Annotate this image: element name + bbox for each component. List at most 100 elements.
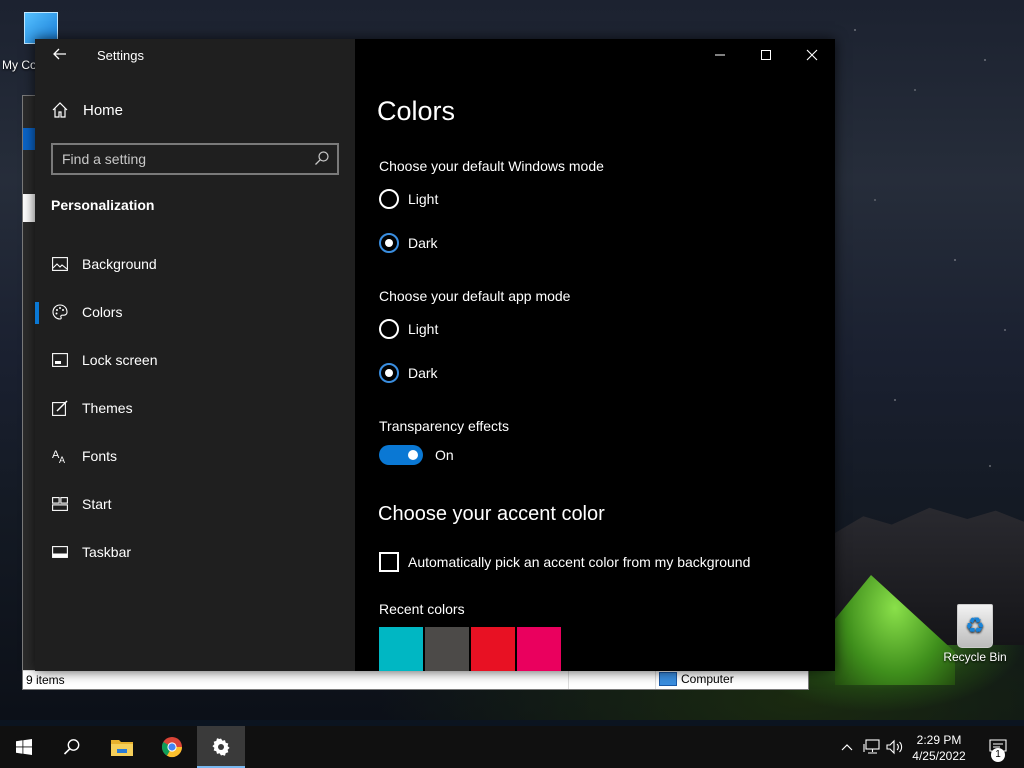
sidebar-item-taskbar[interactable]: Taskbar bbox=[35, 532, 355, 572]
maximize-icon bbox=[761, 50, 771, 60]
window-title: Settings bbox=[97, 48, 144, 63]
settings-window[interactable]: Settings Home Personalization Background… bbox=[35, 39, 835, 671]
sidebar-item-start[interactable]: Start bbox=[35, 484, 355, 524]
sidebar-item-label: Fonts bbox=[82, 448, 118, 464]
back-button[interactable] bbox=[49, 45, 71, 67]
search-icon[interactable] bbox=[314, 150, 330, 166]
taskbar-icon bbox=[51, 543, 69, 561]
settings-nav-pane: Settings Home Personalization Background… bbox=[35, 39, 355, 671]
clock-date: 4/25/2022 bbox=[912, 749, 966, 763]
sidebar-item-background[interactable]: Background bbox=[35, 244, 355, 284]
radio-circle bbox=[379, 363, 399, 383]
home-link[interactable]: Home bbox=[51, 101, 123, 119]
themes-icon bbox=[51, 399, 69, 417]
color-swatch[interactable] bbox=[517, 627, 561, 671]
sidebar-item-label: Colors bbox=[82, 304, 123, 320]
item-count: 9 items bbox=[26, 673, 65, 687]
taskbar-clock[interactable]: 2:29 PM 4/25/2022 bbox=[905, 732, 973, 764]
show-hidden-icons-button[interactable] bbox=[838, 726, 856, 768]
sidebar-item-lock-screen[interactable]: Lock screen bbox=[35, 340, 355, 380]
status-divider bbox=[568, 671, 569, 689]
checkbox-label: Automatically pick an accent color from … bbox=[408, 554, 751, 570]
fonts-icon: AA bbox=[51, 447, 69, 465]
speaker-icon bbox=[886, 739, 903, 755]
status-location: Computer bbox=[659, 672, 734, 686]
close-icon bbox=[806, 49, 818, 61]
sidebar-item-label: Lock screen bbox=[82, 352, 158, 368]
desktop-icon-label: Recycle Bin bbox=[943, 650, 1007, 664]
start-icon bbox=[51, 495, 69, 513]
radio-label: Light bbox=[408, 191, 439, 207]
explorer-item bbox=[23, 194, 35, 222]
file-explorer-icon bbox=[111, 740, 133, 756]
color-swatch[interactable] bbox=[471, 627, 515, 671]
chrome-icon bbox=[161, 737, 183, 758]
app-mode-dark-radio[interactable]: Dark bbox=[379, 363, 438, 383]
recycle-bin-icon: ♻ bbox=[957, 604, 993, 648]
computer-icon bbox=[659, 672, 677, 686]
status-location-label: Computer bbox=[681, 672, 734, 686]
volume-button[interactable] bbox=[884, 726, 906, 768]
sidebar-item-label: Taskbar bbox=[82, 544, 132, 560]
sidebar-item-themes[interactable]: Themes bbox=[35, 388, 355, 428]
sidebar-item-label: Themes bbox=[82, 400, 133, 416]
minimize-button[interactable] bbox=[697, 39, 743, 71]
clock-time: 2:29 PM bbox=[916, 733, 962, 747]
toggle-state: On bbox=[435, 447, 454, 463]
page-title: Colors bbox=[377, 96, 456, 126]
explorer-selected-item bbox=[23, 128, 35, 150]
radio-circle bbox=[379, 319, 399, 339]
toggle-knob bbox=[408, 450, 418, 460]
close-button[interactable] bbox=[789, 39, 835, 71]
search-icon bbox=[63, 739, 80, 755]
radio-circle bbox=[379, 233, 399, 253]
home-label: Home bbox=[83, 101, 124, 119]
settings-content: Colors Choose your default Windows mode … bbox=[355, 39, 835, 671]
radio-circle bbox=[379, 189, 399, 209]
recent-colors-row bbox=[379, 627, 561, 671]
start-button[interactable] bbox=[0, 726, 48, 768]
night-sky bbox=[835, 0, 1024, 500]
sidebar-item-colors[interactable]: Colors bbox=[35, 292, 355, 332]
recent-colors-label: Recent colors bbox=[379, 601, 465, 617]
sidebar-item-label: Start bbox=[82, 496, 112, 512]
auto-accent-checkbox[interactable]: Automatically pick an accent color from … bbox=[379, 552, 750, 572]
minimize-icon bbox=[715, 54, 725, 56]
section-heading: Personalization bbox=[51, 197, 155, 213]
back-arrow-icon bbox=[53, 48, 66, 60]
network-icon bbox=[863, 739, 880, 754]
color-swatch[interactable] bbox=[379, 627, 423, 671]
app-mode-light-radio[interactable]: Light bbox=[379, 319, 438, 339]
home-icon bbox=[52, 102, 68, 118]
maximize-button[interactable] bbox=[743, 39, 789, 71]
sidebar-item-label: Background bbox=[82, 256, 157, 272]
network-button[interactable] bbox=[861, 726, 883, 768]
accent-color-heading: Choose your accent color bbox=[378, 503, 605, 525]
search-box[interactable] bbox=[51, 143, 339, 175]
toggle-track[interactable] bbox=[379, 445, 423, 465]
desktop-icon-label: My Co bbox=[2, 58, 37, 72]
windows-mode-dark-radio[interactable]: Dark bbox=[379, 233, 438, 253]
sidebar-item-fonts[interactable]: AA Fonts bbox=[35, 436, 355, 476]
taskbar-search-button[interactable] bbox=[48, 726, 96, 768]
app-mode-label: Choose your default app mode bbox=[379, 288, 571, 304]
windows-mode-label: Choose your default Windows mode bbox=[379, 158, 604, 174]
search-input[interactable] bbox=[62, 149, 302, 169]
desktop-icon-recycle-bin[interactable]: ♻ Recycle Bin bbox=[940, 600, 1010, 664]
lock-screen-icon bbox=[51, 351, 69, 369]
palette-icon bbox=[51, 303, 69, 321]
picture-icon bbox=[51, 255, 69, 273]
transparency-label: Transparency effects bbox=[379, 418, 509, 434]
explorer-status-bar: 9 items Computer bbox=[23, 670, 808, 689]
transparency-toggle[interactable]: On bbox=[379, 445, 454, 465]
windows-mode-light-radio[interactable]: Light bbox=[379, 189, 438, 209]
windows-logo-icon bbox=[16, 739, 32, 755]
taskbar-settings[interactable] bbox=[197, 726, 245, 768]
notification-badge: 1 bbox=[991, 748, 1005, 762]
taskbar-chrome[interactable] bbox=[148, 726, 196, 768]
taskbar-file-explorer[interactable] bbox=[98, 726, 146, 768]
explorer-nav-pane bbox=[23, 96, 35, 671]
radio-label: Dark bbox=[408, 365, 438, 381]
taskbar: 2:29 PM 4/25/2022 1 bbox=[0, 726, 1024, 768]
color-swatch[interactable] bbox=[425, 627, 469, 671]
